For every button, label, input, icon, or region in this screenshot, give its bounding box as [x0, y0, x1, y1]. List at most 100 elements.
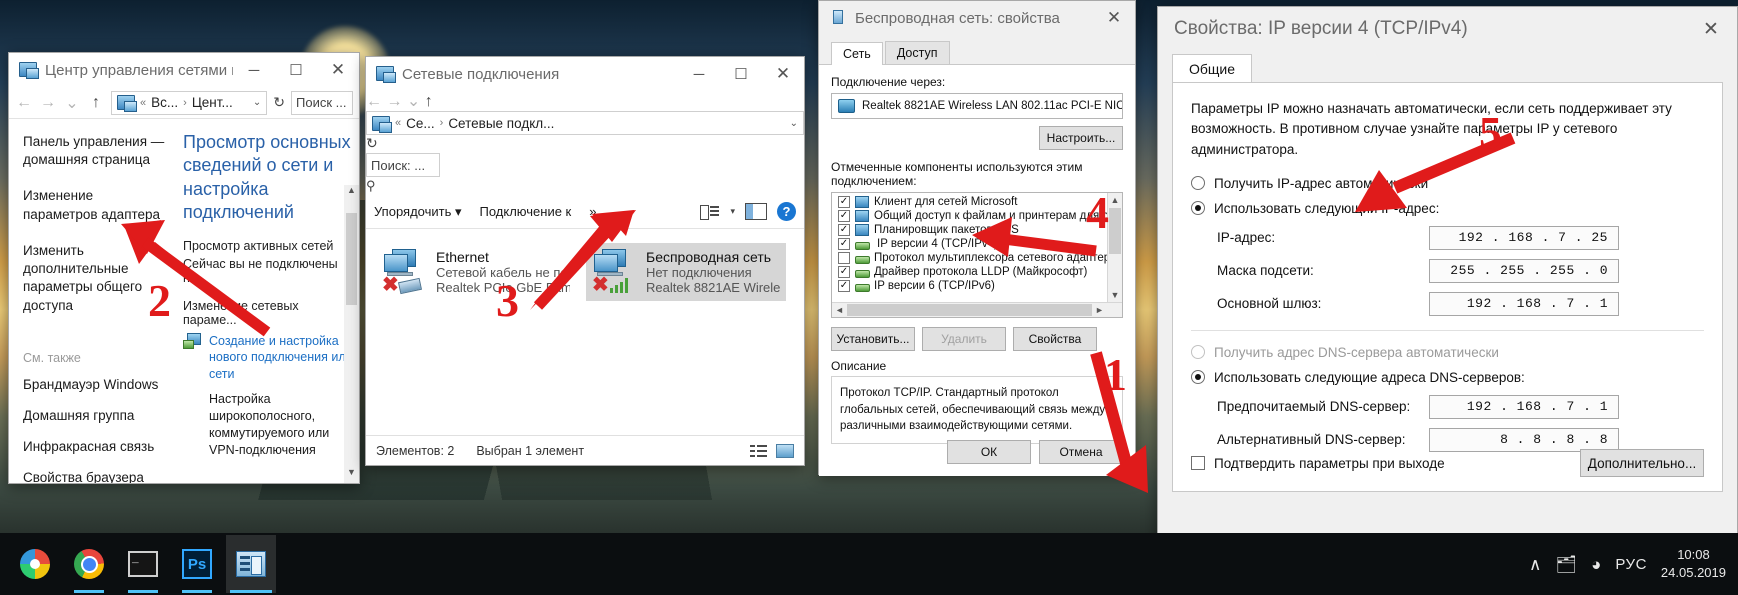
- taskbar-item-network-connections[interactable]: [226, 535, 276, 593]
- component-row[interactable]: ✓ IP версии 6 (TCP/IPv6): [834, 279, 1120, 293]
- back-button[interactable]: ←: [366, 93, 382, 110]
- vertical-scrollbar[interactable]: ▲ ▼: [344, 185, 359, 483]
- component-label: IP версии 6 (TCP/IPv6): [874, 280, 995, 292]
- up-button[interactable]: ↑: [425, 93, 433, 110]
- breadcrumb[interactable]: « Вс... › Цент... ⌄: [111, 90, 268, 115]
- close-button[interactable]: ✕: [762, 57, 804, 91]
- configure-button[interactable]: Настроить...: [1039, 126, 1123, 150]
- breadcrumb-chevron-1: «: [395, 117, 402, 129]
- maximize-button[interactable]: ☐: [720, 57, 762, 91]
- window-ipv4-properties[interactable]: Свойства: IP версии 4 (TCP/IPv4) ✕ Общие…: [1157, 6, 1738, 586]
- system-tray[interactable]: ∧ 🗂 ◕ РУС 10:08 24.05.2019: [1529, 546, 1738, 581]
- taskbar-item-paint-3d[interactable]: [10, 535, 60, 593]
- clock[interactable]: 10:08 24.05.2019: [1661, 546, 1726, 581]
- tiles-view-icon[interactable]: [776, 443, 794, 458]
- titlebar[interactable]: Центр управления сетями и об... ─ ☐ ✕: [9, 53, 359, 87]
- search-input[interactable]: Поиск: ...: [366, 153, 440, 177]
- install-button[interactable]: Установить...: [831, 327, 915, 351]
- default-gateway-input[interactable]: 192 . 168 . 7 . 1: [1429, 291, 1619, 316]
- taskbar-item-chrome[interactable]: [64, 535, 114, 593]
- maximize-button[interactable]: ☐: [275, 53, 317, 87]
- help-icon[interactable]: ?: [777, 202, 796, 221]
- breadcrumb-part-1[interactable]: Вс...: [151, 95, 178, 110]
- breadcrumb-part-2[interactable]: Сетевые подкл...: [448, 116, 554, 131]
- radio-icon[interactable]: [1191, 176, 1205, 191]
- taskbar[interactable]: _ Ps ∧ 🗂 ◕ РУС 10:08 24.05.2019: [0, 533, 1738, 595]
- scrollbar-thumb[interactable]: [847, 304, 1092, 316]
- checkbox[interactable]: ✓: [838, 238, 850, 250]
- paint-3d-icon: [20, 549, 50, 579]
- radio-icon[interactable]: [1191, 201, 1205, 216]
- forward-button[interactable]: →: [386, 93, 402, 110]
- validate-settings-checkbox[interactable]: Подтвердить параметры при выходе: [1191, 456, 1445, 471]
- language-indicator[interactable]: РУС: [1615, 556, 1647, 573]
- forward-button[interactable]: →: [39, 94, 57, 112]
- breadcrumb-part-2[interactable]: Цент...: [192, 95, 233, 110]
- close-button[interactable]: ✕: [1685, 7, 1737, 51]
- see-also-firewall[interactable]: Брандмауэр Windows: [23, 377, 171, 392]
- see-also-internet-options[interactable]: Свойства браузера: [23, 470, 171, 483]
- subnet-mask-input[interactable]: 255 . 255 . 255 . 0: [1429, 258, 1619, 283]
- checkbox-icon[interactable]: [1191, 456, 1205, 470]
- breadcrumb[interactable]: « Се... › Сетевые подкл... ⌄: [366, 111, 804, 135]
- listbox-vertical-scrollbar[interactable]: ▲ ▼: [1107, 193, 1122, 302]
- close-button[interactable]: ✕: [317, 53, 359, 87]
- show-hidden-icons-chevron-icon[interactable]: ∧: [1529, 556, 1541, 573]
- chrome-icon: [74, 549, 104, 579]
- checkbox[interactable]: ✓: [838, 196, 850, 208]
- taskbar-item-photoshop[interactable]: Ps: [172, 535, 222, 593]
- wifi-icon[interactable]: ◕: [1591, 556, 1601, 573]
- sidebar-item-control-panel-home[interactable]: Панель управления — домашняя страница: [23, 133, 171, 169]
- minimize-button[interactable]: ─: [233, 53, 275, 87]
- chevron-down-icon[interactable]: ⌄: [253, 97, 261, 108]
- titlebar[interactable]: Беспроводная сеть: свойства ✕: [819, 1, 1135, 35]
- organize-button[interactable]: Упорядочить ▾: [374, 204, 462, 220]
- item-count: Элементов: 2: [376, 443, 455, 458]
- tab-sharing[interactable]: Доступ: [884, 41, 950, 64]
- refresh-icon[interactable]: ↻: [366, 135, 378, 151]
- back-button[interactable]: ←: [15, 94, 33, 112]
- titlebar[interactable]: Сетевые подключения ─ ☐ ✕: [366, 57, 804, 91]
- action-center-icon[interactable]: 🗂: [1556, 556, 1578, 573]
- checkbox[interactable]: ✓: [838, 210, 850, 222]
- refresh-icon[interactable]: ↻: [273, 94, 285, 111]
- search-input[interactable]: Поиск ...: [291, 90, 353, 115]
- chevron-down-icon[interactable]: ▾: [730, 206, 735, 217]
- details-view-icon[interactable]: [750, 444, 768, 458]
- titlebar[interactable]: Свойства: IP версии 4 (TCP/IPv4) ✕: [1158, 7, 1737, 51]
- view-layout-icon[interactable]: [700, 204, 720, 220]
- checkbox[interactable]: ✓: [838, 224, 850, 236]
- checkbox[interactable]: ✓: [838, 266, 850, 278]
- chevron-down-icon[interactable]: ⌄: [790, 118, 798, 129]
- search-icon[interactable]: ⚲: [366, 178, 376, 193]
- scrollbar-thumb[interactable]: [346, 213, 357, 305]
- advanced-button[interactable]: Дополнительно...: [1580, 449, 1704, 477]
- protocol-icon: [855, 266, 870, 278]
- listbox-horizontal-scrollbar[interactable]: ◄ ►: [832, 302, 1122, 317]
- recent-locations-button[interactable]: ⌄: [407, 93, 420, 110]
- scrollbar-thumb[interactable]: [1109, 208, 1121, 254]
- see-also-homegroup[interactable]: Домашняя группа: [23, 408, 171, 423]
- component-row[interactable]: ✓ Клиент для сетей Microsoft: [834, 195, 1120, 209]
- checkbox[interactable]: [838, 252, 850, 264]
- radio-icon[interactable]: [1191, 370, 1205, 385]
- see-also-infrared[interactable]: Инфракрасная связь: [23, 439, 171, 454]
- preview-pane-icon[interactable]: [745, 203, 767, 220]
- use-following-dns-radio[interactable]: Использовать следующие адреса DNS-сервер…: [1191, 370, 1704, 385]
- selection-count: Выбран 1 элемент: [476, 443, 585, 458]
- breadcrumb-part-1[interactable]: Се...: [406, 116, 435, 131]
- up-button[interactable]: ↑: [87, 94, 105, 112]
- change-adapter-settings-link[interactable]: Изменение параметров адаптера: [23, 187, 171, 223]
- adapter-field: Realtek 8821AE Wireless LAN 802.11ac PCI…: [831, 93, 1123, 119]
- close-button[interactable]: ✕: [1093, 1, 1135, 35]
- checkbox[interactable]: ✓: [838, 280, 850, 292]
- taskbar-item-command-prompt[interactable]: _: [118, 535, 168, 593]
- minimize-button[interactable]: ─: [678, 57, 720, 91]
- photoshop-icon: Ps: [182, 549, 212, 579]
- ok-button-wireless-properties[interactable]: ОК: [947, 440, 1031, 464]
- tab-network[interactable]: Сеть: [831, 42, 883, 65]
- tab-general[interactable]: Общие: [1172, 54, 1253, 83]
- recent-locations-button[interactable]: ⌄: [63, 93, 81, 113]
- preferred-dns-input[interactable]: 192 . 168 . 7 . 1: [1429, 394, 1619, 419]
- component-label: Клиент для сетей Microsoft: [874, 196, 1018, 208]
